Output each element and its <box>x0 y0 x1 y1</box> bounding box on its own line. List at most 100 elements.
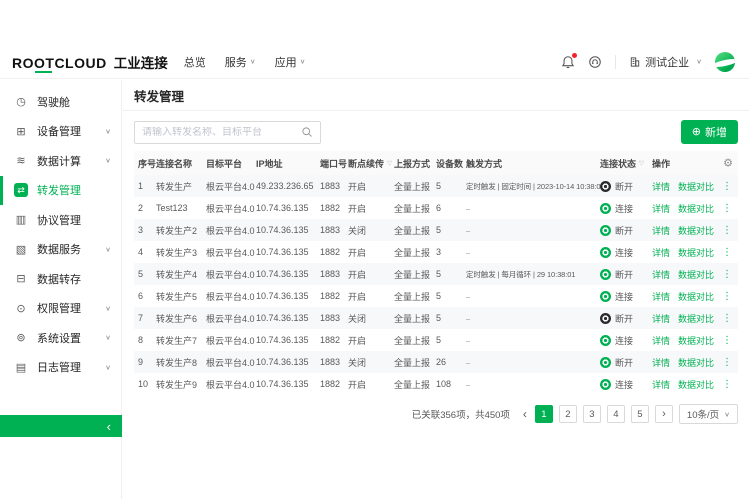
action-data-compare-link[interactable]: 数据对比 <box>678 312 714 325</box>
page-button-1[interactable]: 1 <box>535 405 553 423</box>
page-button-4[interactable]: 4 <box>607 405 625 423</box>
previous-page-button[interactable]: ‹ <box>521 407 529 421</box>
sidebar-collapse-button[interactable]: ‹ <box>0 415 122 437</box>
search-input[interactable] <box>142 127 301 138</box>
cell-resume: 开启 <box>348 290 394 303</box>
sidebar-item-forward[interactable]: ⇄转发管理 <box>0 176 121 206</box>
action-data-compare-link[interactable]: 数据对比 <box>678 290 714 303</box>
nav-item-apps[interactable]: 应用∨ <box>275 54 306 70</box>
more-actions-icon[interactable]: ⋮ <box>722 181 732 192</box>
filter-icon[interactable]: ▽ <box>387 159 392 167</box>
cell-resume: 关闭 <box>348 224 394 237</box>
cell-devices: 5 <box>436 335 466 345</box>
action-detail-link[interactable]: 详情 <box>652 290 670 303</box>
cell-trigger: – <box>466 226 600 235</box>
action-detail-link[interactable]: 详情 <box>652 268 670 281</box>
action-detail-link[interactable]: 详情 <box>652 224 670 237</box>
notification-bell-icon[interactable] <box>561 55 575 69</box>
more-actions-icon[interactable]: ⋮ <box>722 335 732 346</box>
status-icon <box>600 291 611 302</box>
page-button-2[interactable]: 2 <box>559 405 577 423</box>
help-support-icon[interactable] <box>588 55 602 69</box>
user-avatar[interactable] <box>715 52 735 72</box>
sidebar-item-protocol[interactable]: ▥协议管理 <box>0 205 121 235</box>
status-text: 断开 <box>615 312 633 325</box>
cell-trigger: – <box>466 204 600 213</box>
actions-cell: 详情数据对比 ⋮ <box>652 246 738 259</box>
next-page-button[interactable]: › <box>655 405 673 423</box>
top-nav: 总览 服务∨ 应用∨ <box>184 54 306 70</box>
more-actions-icon[interactable]: ⋮ <box>722 357 732 368</box>
cell-ip: 10.74.36.135 <box>256 335 320 345</box>
action-data-compare-link[interactable]: 数据对比 <box>678 378 714 391</box>
action-detail-link[interactable]: 详情 <box>652 246 670 259</box>
more-actions-icon[interactable]: ⋮ <box>722 269 732 280</box>
chevron-down-icon: ∨ <box>105 245 111 253</box>
more-actions-icon[interactable]: ⋮ <box>722 225 732 236</box>
cell-platform: 根云平台4.0 <box>206 202 256 215</box>
action-detail-link[interactable]: 详情 <box>652 180 670 193</box>
sidebar-item-cockpit[interactable]: ◷驾驶舱 <box>0 87 121 117</box>
action-detail-link[interactable]: 详情 <box>652 312 670 325</box>
status-icon <box>600 203 611 214</box>
search-icon[interactable] <box>301 126 313 138</box>
cell-trigger: 定时触发 | 每月循环 | 29 10:38:01 <box>466 269 600 280</box>
column-header-status: 连接状态▽ <box>600 157 652 170</box>
table-settings-icon[interactable]: ⚙ <box>723 157 733 170</box>
status-text: 断开 <box>615 268 633 281</box>
cell-no: 5 <box>134 269 156 279</box>
action-detail-link[interactable]: 详情 <box>652 334 670 347</box>
page-button-3[interactable]: 3 <box>583 405 601 423</box>
cell-devices: 5 <box>436 269 466 279</box>
column-header-label: 断点续传 <box>348 157 384 170</box>
action-data-compare-link[interactable]: 数据对比 <box>678 356 714 369</box>
action-data-compare-link[interactable]: 数据对比 <box>678 246 714 259</box>
nav-item-services[interactable]: 服务∨ <box>225 54 256 70</box>
main-content: 转发管理 ⊕ 新增 序号连接名称目标平台IP地址端口号断点续传▽上报方式设备数触… <box>123 80 749 499</box>
building-icon <box>629 56 641 68</box>
column-header-port: 端口号 <box>320 157 348 170</box>
add-button[interactable]: ⊕ 新增 <box>681 120 738 144</box>
page-button-5[interactable]: 5 <box>631 405 649 423</box>
cell-port: 1883 <box>320 357 348 367</box>
more-actions-icon[interactable]: ⋮ <box>722 379 732 390</box>
action-data-compare-link[interactable]: 数据对比 <box>678 334 714 347</box>
sidebar-item-data-service[interactable]: ▧数据服务∨ <box>0 235 121 265</box>
sidebar-item-data-dump[interactable]: ⊟数据转存 <box>0 264 121 294</box>
action-data-compare-link[interactable]: 数据对比 <box>678 202 714 215</box>
sidebar-item-permission[interactable]: ⊙权限管理∨ <box>0 294 121 324</box>
chevron-down-icon: ∨ <box>250 58 256 66</box>
logo[interactable]: ROOTCLOUD 工业连接 <box>12 52 168 72</box>
sidebar-item-system[interactable]: ⊚系统设置∨ <box>0 323 121 353</box>
nav-item-label: 服务 <box>225 54 247 70</box>
action-detail-link[interactable]: 详情 <box>652 378 670 391</box>
column-header-no: 序号 <box>134 157 156 170</box>
action-data-compare-link[interactable]: 数据对比 <box>678 224 714 237</box>
column-header-name: 连接名称 <box>156 157 206 170</box>
tenant-switcher[interactable]: 测试企业 ∨ <box>629 54 702 70</box>
nav-item-overview[interactable]: 总览 <box>184 54 206 70</box>
sidebar-item-log[interactable]: ▤日志管理∨ <box>0 353 121 383</box>
status-text: 连接 <box>615 246 633 259</box>
status-icon <box>600 357 611 368</box>
page-size-select[interactable]: 10条/页 ∨ <box>679 404 738 424</box>
filter-icon[interactable]: ▽ <box>639 159 644 167</box>
sidebar-item-compute[interactable]: ≋数据计算∨ <box>0 146 121 176</box>
logo-product-name: 工业连接 <box>114 52 168 72</box>
cell-port: 1882 <box>320 203 348 213</box>
more-actions-icon[interactable]: ⋮ <box>722 203 732 214</box>
page-title-bar: 转发管理 <box>123 80 749 111</box>
cell-no: 1 <box>134 181 156 191</box>
action-data-compare-link[interactable]: 数据对比 <box>678 180 714 193</box>
more-actions-icon[interactable]: ⋮ <box>722 247 732 258</box>
cell-trigger: – <box>466 380 600 389</box>
chevron-down-icon: ∨ <box>105 363 111 371</box>
action-data-compare-link[interactable]: 数据对比 <box>678 268 714 281</box>
action-detail-link[interactable]: 详情 <box>652 202 670 215</box>
more-actions-icon[interactable]: ⋮ <box>722 291 732 302</box>
sidebar-item-device[interactable]: ⊞设备管理∨ <box>0 117 121 147</box>
cell-ip: 10.74.36.135 <box>256 203 320 213</box>
more-actions-icon[interactable]: ⋮ <box>722 313 732 324</box>
cell-devices: 5 <box>436 313 466 323</box>
action-detail-link[interactable]: 详情 <box>652 356 670 369</box>
